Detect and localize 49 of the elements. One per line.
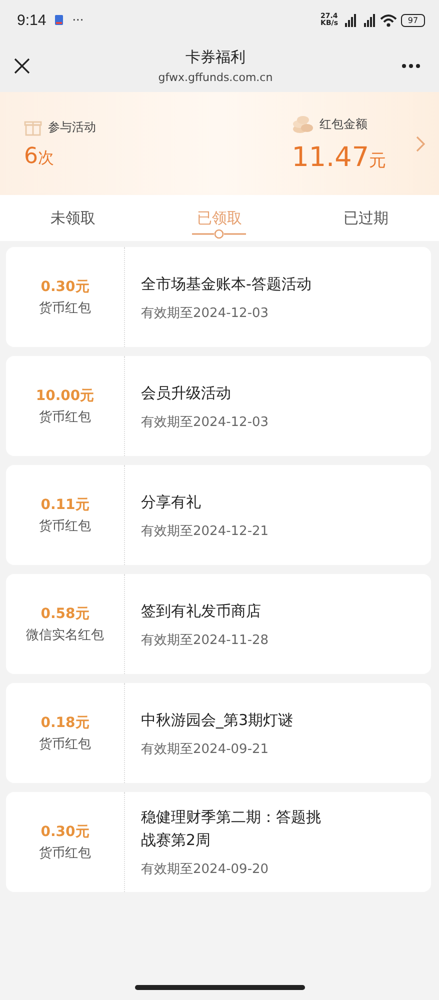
page-url: gfwx.gffunds.com.cn bbox=[158, 71, 273, 84]
app-notification-icon bbox=[54, 14, 64, 26]
coupon-amount: 0.58元 bbox=[40, 604, 90, 622]
coupon-title: 全市场基金账本-答题活动 bbox=[141, 274, 312, 294]
coupon-validity: 有效期至2024-09-20 bbox=[141, 861, 270, 878]
coupon-amount: 0.30元 bbox=[40, 822, 90, 840]
page-title: 卡券福利 bbox=[186, 48, 246, 67]
coupon-title: 中秋游园会_第3期灯谜 bbox=[141, 710, 294, 730]
coupon-type: 货币红包 bbox=[39, 408, 91, 426]
coupon-card[interactable]: 0.30元 货币红包 全市场基金账本-答题活动 有效期至2024-12-03 bbox=[6, 247, 431, 347]
summary-label: 参与活动 bbox=[48, 118, 96, 136]
summary-value: 11.47元 bbox=[292, 142, 386, 173]
coupon-card[interactable]: 10.00元 货币红包 会员升级活动 有效期至2024-12-03 bbox=[6, 356, 431, 456]
coupon-type: 货币红包 bbox=[39, 518, 91, 534]
coupon-amount: 0.11元 bbox=[40, 496, 90, 514]
summary-value: 6次 bbox=[24, 144, 55, 169]
coupon-amount: 10.00元 bbox=[36, 386, 94, 404]
coupon-amount: 0.30元 bbox=[40, 278, 90, 296]
chevron-right-icon bbox=[416, 136, 425, 152]
battery-icon: 97 bbox=[401, 14, 425, 26]
coupon-card[interactable]: 0.11元 货币红包 分享有礼 有效期至2024-12-21 bbox=[6, 465, 431, 565]
coupon-validity: 有效期至2024-12-03 bbox=[141, 414, 270, 430]
summary-label: 红包金额 bbox=[320, 116, 368, 132]
coupon-validity: 有效期至2024-12-03 bbox=[141, 304, 270, 322]
coupon-card[interactable]: 0.30元 货币红包 稳健理财季第二期：答题挑战赛第2周 有效期至2024-09-20 bbox=[6, 792, 431, 892]
coupon-card[interactable]: 0.58元 微信实名红包 签到有礼发币商店 有效期至2024-11-28 bbox=[6, 574, 431, 674]
coupon-type: 货币红包 bbox=[39, 844, 91, 862]
coupon-card[interactable]: 0.18元 货币红包 中秋游园会_第3期灯谜 有效期至2024-09-21 bbox=[6, 683, 431, 783]
coupon-title: 分享有礼 bbox=[141, 492, 202, 512]
coupon-type: 货币红包 bbox=[39, 736, 91, 752]
coupon-title: 会员升级活动 bbox=[141, 382, 232, 404]
signal-icon bbox=[361, 14, 376, 26]
tab[interactable]: 已过期 bbox=[292, 195, 439, 241]
coins-icon bbox=[292, 114, 314, 134]
coupon-validity: 有效期至2024-12-21 bbox=[141, 522, 270, 540]
coupon-validity: 有效期至2024-11-28 bbox=[141, 632, 270, 648]
coupon-validity: 有效期至2024-09-21 bbox=[141, 740, 270, 758]
coupon-amount: 0.18元 bbox=[40, 714, 90, 732]
coupon-title: 签到有礼发币商店 bbox=[141, 600, 262, 622]
coupon-type: 微信实名红包 bbox=[26, 626, 104, 644]
coupon-type: 货币红包 bbox=[39, 300, 91, 316]
clock-time: 9:14 bbox=[17, 12, 46, 28]
signal-icon bbox=[342, 14, 357, 26]
coupon-title: 稳健理财季第二期：答题挑战赛第2周 bbox=[141, 807, 321, 851]
more-notifications: ··· bbox=[72, 13, 84, 27]
more-icon bbox=[401, 63, 421, 69]
wifi-icon bbox=[380, 14, 397, 26]
tab[interactable]: 未领取 bbox=[0, 195, 146, 241]
close-icon bbox=[14, 58, 30, 74]
